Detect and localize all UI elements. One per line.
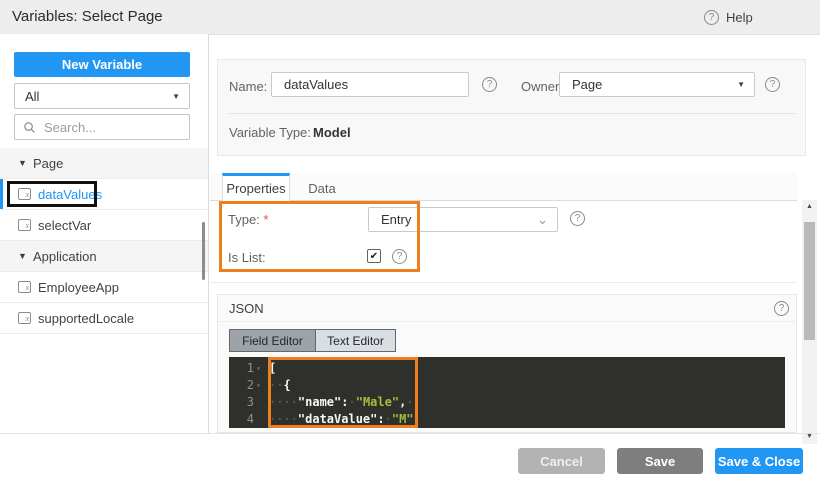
tab-properties[interactable]: Properties <box>222 173 290 201</box>
tree-item-employeeapp[interactable]: x EmployeeApp <box>0 272 208 303</box>
json-help-icon[interactable]: ? <box>774 301 789 316</box>
is-list-checkbox[interactable]: ✔ <box>367 249 381 263</box>
field-editor-tab[interactable]: Field Editor <box>230 330 315 351</box>
variable-search <box>14 114 190 140</box>
section-divider <box>210 282 797 283</box>
detail-tabbar: Properties Data <box>210 173 797 201</box>
type-label: Type: * <box>228 212 269 227</box>
owner-selected-value: Page <box>572 77 603 92</box>
code-line: 2 ▾ ··{ <box>246 377 291 394</box>
tree-item-supportedlocale[interactable]: x supportedLocale <box>0 303 208 334</box>
help-label: Help <box>726 9 753 25</box>
name-input[interactable] <box>271 72 469 97</box>
variable-icon: x <box>18 281 31 293</box>
is-list-label: Is List: <box>228 250 266 265</box>
owner-help-icon[interactable]: ? <box>765 77 780 92</box>
help-icon: ? <box>704 9 719 25</box>
panel-divider <box>229 113 795 114</box>
selected-indicator-bar <box>0 179 3 209</box>
tree-item-label: selectVar <box>38 217 92 233</box>
json-panel: JSON ? Field Editor Text Editor 1 ▾[2 ▾ ··{… <box>217 294 797 433</box>
owner-select[interactable]: Page ▼ <box>559 72 755 97</box>
fold-arrow-icon <box>256 394 264 411</box>
footer-divider <box>0 433 820 434</box>
tree-item-label: EmployeeApp <box>38 279 119 295</box>
tree-item-label: supportedLocale <box>38 310 135 326</box>
name-help-icon[interactable]: ? <box>482 77 497 92</box>
page-title: Variables: Select Page <box>12 8 163 25</box>
variable-icon: x <box>18 219 31 231</box>
filter-selected-value: All <box>25 88 40 104</box>
code-line: 1 ▾[ <box>246 360 277 377</box>
scroll-up-icon[interactable]: ▲ <box>802 203 817 210</box>
fold-arrow-icon[interactable]: ▾ <box>256 377 264 394</box>
required-marker: * <box>263 212 269 227</box>
is-list-help-icon[interactable]: ? <box>392 249 407 264</box>
dropdown-arrow-icon: ▼ <box>172 91 180 101</box>
variable-icon: x <box>18 188 31 200</box>
code-line: 3 ····"name":·"Male",· <box>246 394 414 411</box>
collapse-arrow-icon[interactable]: ▼ <box>18 158 30 168</box>
variable-icon: x <box>18 312 31 324</box>
type-select[interactable]: Entry ⌄ <box>368 207 558 232</box>
tree-item-selectvar[interactable]: x selectVar <box>0 210 208 241</box>
editor-mode-tabs: Field Editor Text Editor <box>229 329 396 352</box>
type-help-icon[interactable]: ? <box>570 211 585 226</box>
variables-dialog: Variables: Select Page ? Help New Variab… <box>0 0 820 488</box>
search-icon <box>24 121 35 133</box>
variables-tree: ▼ Page x dataValues x selectVar ▼ Applic… <box>0 148 208 334</box>
fold-arrow-icon <box>256 411 264 428</box>
text-editor-tab[interactable]: Text Editor <box>315 330 395 351</box>
variable-type-value: Model <box>313 125 351 140</box>
tree-group-label: Application <box>33 248 97 264</box>
help-button[interactable]: ? Help <box>704 0 753 34</box>
variables-sidebar: New Variable All ▼ ▼ Page x dataValues <box>0 34 209 434</box>
fold-arrow-icon[interactable]: ▾ <box>256 360 264 377</box>
tab-data[interactable]: Data <box>291 176 353 201</box>
collapse-arrow-icon[interactable]: ▼ <box>18 251 30 261</box>
tree-item-label: dataValues <box>38 186 103 202</box>
save-and-close-button[interactable]: Save & Close <box>715 448 803 474</box>
variable-filter-select[interactable]: All ▼ <box>14 83 190 109</box>
code-line: 4 ····"dataValue":·"M"· <box>246 411 421 428</box>
new-variable-button[interactable]: New Variable <box>14 52 190 77</box>
tree-group-page[interactable]: ▼ Page <box>0 148 208 179</box>
scroll-down-icon[interactable]: ▼ <box>802 433 817 440</box>
tree-group-application[interactable]: ▼ Application <box>0 241 208 272</box>
dropdown-arrow-icon: ▼ <box>737 80 745 89</box>
save-button[interactable]: Save <box>617 448 703 474</box>
name-label: Name: * <box>229 79 276 94</box>
json-panel-header: JSON ? <box>218 295 796 322</box>
scrollbar-thumb[interactable] <box>804 222 815 340</box>
json-title: JSON <box>229 301 264 316</box>
dialog-header: Variables: Select Page ? Help <box>0 0 820 35</box>
content-scrollbar[interactable]: ▲ ▼ <box>802 200 817 444</box>
tree-item-datavalues[interactable]: x dataValues <box>0 179 208 210</box>
variable-type-label: Variable Type: <box>229 125 311 140</box>
code-lines: 1 ▾[2 ▾ ··{3 ····"name":·"Male",· 4 ····"dataV… <box>229 360 785 428</box>
chevron-down-icon: ⌄ <box>537 211 548 227</box>
cancel-button[interactable]: Cancel <box>518 448 605 474</box>
check-icon: ✔ <box>369 250 379 262</box>
tree-group-label: Page <box>33 155 64 171</box>
type-selected-value: Entry <box>381 212 412 227</box>
json-code-editor[interactable]: 1 ▾[2 ▾ ··{3 ····"name":·"Male",· 4 ····"dataV… <box>229 357 785 428</box>
sidebar-scrollbar-thumb[interactable] <box>202 222 205 280</box>
search-input[interactable] <box>42 118 181 136</box>
variable-summary-panel: Name: * ? Owner: * Page ▼ ? Variable Typ… <box>217 59 806 156</box>
